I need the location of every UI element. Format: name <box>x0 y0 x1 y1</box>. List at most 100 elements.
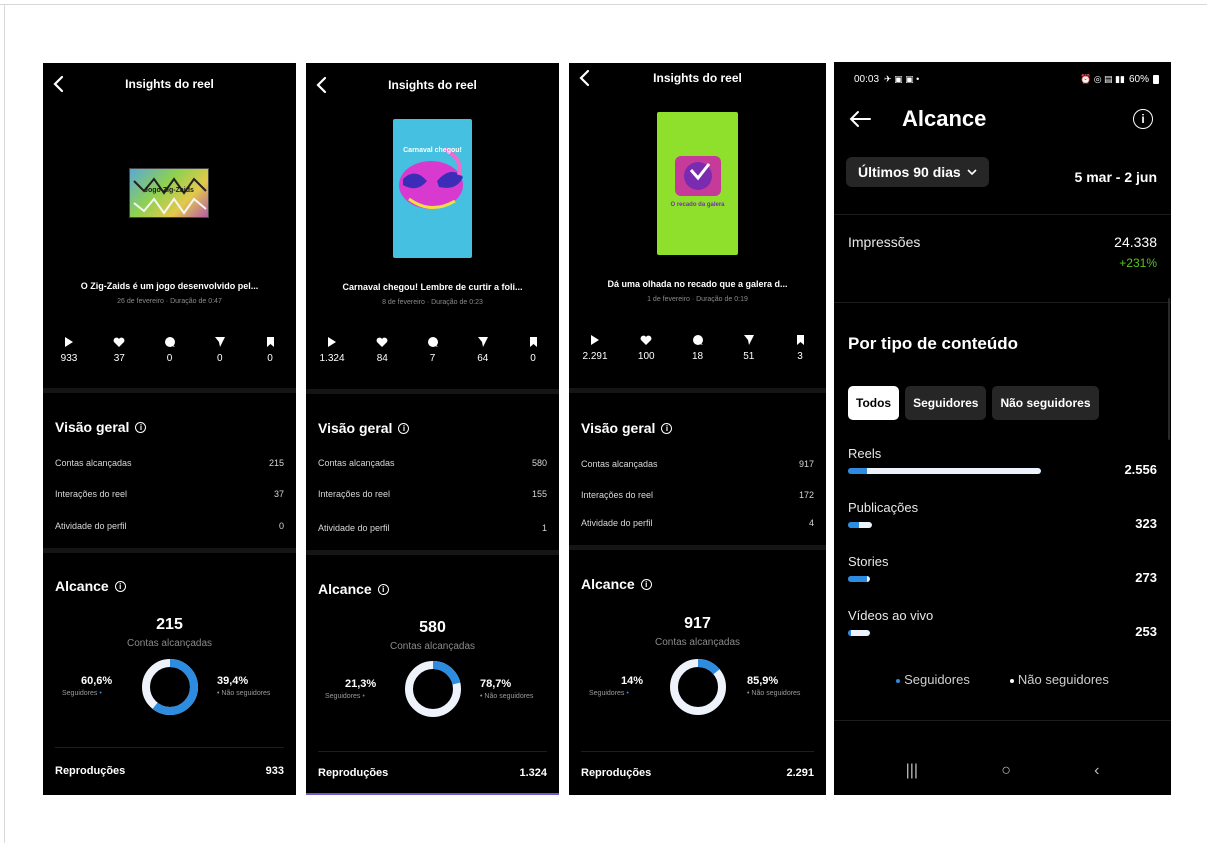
info-icon[interactable]: i <box>377 583 389 595</box>
tab-seguidores[interactable]: Seguidores <box>905 386 987 420</box>
reel-thumbnail[interactable]: Jogo Zig-Zaids <box>129 168 209 218</box>
date-range: 5 mar - 2 jun <box>1074 169 1157 185</box>
status-right: ⏰ ◎ ▤ ▮▮ 60% <box>1080 74 1159 85</box>
content-type-bar <box>848 630 870 636</box>
audience-legend: Seguidores Não seguidores <box>834 672 1171 687</box>
footer-value: 1.324 <box>519 767 547 779</box>
section-divider <box>834 720 1171 721</box>
comments-stat: 0 <box>150 335 190 364</box>
back-arrow-icon[interactable] <box>848 110 872 128</box>
likes-stat: 84 <box>362 335 402 364</box>
comments-count: 7 <box>429 353 436 364</box>
content-type-label: Publicações <box>848 500 919 515</box>
scrollbar[interactable] <box>1168 298 1170 440</box>
row-value: 580 <box>531 458 547 468</box>
battery-icon <box>1153 75 1159 84</box>
followers-percentage: 14% <box>621 675 644 687</box>
chevron-down-icon <box>967 168 977 175</box>
reel-date-duration: 8 de fevereiro · Duração de 0:23 <box>382 299 483 306</box>
nonfollowers-percentage: 39,4% <box>217 675 249 687</box>
info-icon[interactable]: i <box>1133 109 1153 129</box>
heart-icon <box>376 337 388 347</box>
followers-segment <box>848 576 867 582</box>
row-label: Interações do reel <box>581 490 654 500</box>
content-type-value: 2.556 <box>1124 462 1157 477</box>
reel-thumbnail[interactable]: O recado da galera <box>657 112 738 255</box>
content-type-row: Publicações 323 <box>848 500 1157 540</box>
back-nav-icon[interactable]: ‹ <box>1094 762 1099 780</box>
white-dot-icon: • <box>747 690 750 697</box>
shares-count: 64 <box>477 353 489 364</box>
tab-nao-seguidores[interactable]: Não seguidores <box>992 386 1099 420</box>
info-icon[interactable]: i <box>114 580 126 592</box>
recent-apps-icon[interactable]: ||| <box>906 762 918 780</box>
reel-thumbnail[interactable]: Carnaval chegou! <box>393 119 472 258</box>
plays-count: 1.324 <box>319 353 345 364</box>
overview-row: Atividade do perfil 0 <box>55 521 284 531</box>
overview-row: Interações do reel 155 <box>318 489 547 499</box>
page-title: Alcance <box>902 106 987 131</box>
nonfollowers-legend: • Não seguidores <box>217 690 270 697</box>
info-icon[interactable]: i <box>135 421 147 433</box>
reel-stats-row: 933 37 0 0 0 <box>49 335 290 364</box>
overview-row: Contas alcançadas 580 <box>318 458 547 468</box>
heart-icon <box>640 335 652 345</box>
overview-section-title: Visão geral i <box>581 420 673 436</box>
period-dropdown[interactable]: Últimos 90 dias <box>846 157 989 187</box>
content-type-title: Por tipo de conteúdo <box>848 334 1018 353</box>
followers-legend-label: Seguidores <box>325 693 361 700</box>
section-divider <box>306 550 559 555</box>
reel-insights-screen-1: Insights do reel Jogo Zig-Zaids O Zig-Za… <box>43 63 296 795</box>
android-nav-bar: ||| ○ ‹ <box>834 762 1171 780</box>
bookmark-icon <box>796 335 804 345</box>
row-label: Contas alcançadas <box>55 458 132 468</box>
plays-stat: 933 <box>49 335 89 364</box>
section-divider <box>43 548 296 553</box>
nonfollowers-segment <box>867 468 1041 474</box>
reel-insights-screen-3: Insights do reel O recado da galera Dá u… <box>569 63 826 795</box>
shares-count: 0 <box>216 353 223 364</box>
frame-top-border <box>0 4 1207 5</box>
status-bar: 00:03 ✈ ▣ ▣ • ⏰ ◎ ▤ ▮▮ 60% <box>854 74 1159 85</box>
likes-count: 37 <box>113 353 125 364</box>
comments-count: 0 <box>166 353 173 364</box>
plays-footer-row[interactable]: Reproduções 933 <box>55 765 284 777</box>
thumbnail-text: Jogo Zig-Zaids <box>144 187 194 194</box>
footer-label: Reproduções <box>55 765 126 777</box>
row-value: 172 <box>798 490 814 500</box>
nonfollowers-legend: • Não seguidores <box>480 693 533 700</box>
row-label: Contas alcançadas <box>581 459 658 469</box>
plays-stat: 2.291 <box>575 333 615 362</box>
home-icon[interactable]: ○ <box>1001 762 1011 780</box>
carnival-mask-icon <box>399 147 463 209</box>
followers-donut-chart <box>405 661 461 717</box>
impressions-label: Impressões <box>848 234 921 250</box>
share-send-icon <box>214 337 225 347</box>
nonfollowers-segment <box>866 576 870 582</box>
content-type-label: Reels <box>848 446 882 461</box>
screen-header: Insights do reel <box>43 71 296 99</box>
battery-percentage: 60% <box>1128 74 1149 85</box>
content-type-label: Stories <box>848 554 889 569</box>
saves-stat: 0 <box>513 335 553 364</box>
section-divider <box>569 388 826 393</box>
reel-caption: Carnaval chegou! Lembre de curtir a foli… <box>342 282 523 292</box>
plays-footer-row[interactable]: Reproduções 2.291 <box>581 767 814 779</box>
likes-stat: 100 <box>626 333 666 362</box>
overview-row: Interações do reel 172 <box>581 490 814 500</box>
row-value: 917 <box>798 459 814 469</box>
plays-footer-row[interactable]: Reproduções 1.324 <box>318 767 547 779</box>
thumbnail-text: Carnaval chegou! <box>403 147 462 154</box>
tab-todos[interactable]: Todos <box>848 386 900 420</box>
reel-caption: O Zig-Zaids é um jogo desenvolvido pel..… <box>80 281 259 291</box>
overview-row: Interações do reel 37 <box>55 489 284 499</box>
info-icon[interactable]: i <box>661 422 673 434</box>
info-icon[interactable]: i <box>640 578 652 590</box>
reach-number: 215 <box>156 616 183 633</box>
content-type-bar <box>848 522 873 528</box>
followers-donut-chart <box>670 659 726 715</box>
nonfollowers-percentage: 85,9% <box>747 675 779 687</box>
overview-title: Visão geral <box>581 420 656 436</box>
info-icon[interactable]: i <box>398 422 410 434</box>
legend-nonfollowers-label: Não seguidores <box>1017 672 1109 687</box>
